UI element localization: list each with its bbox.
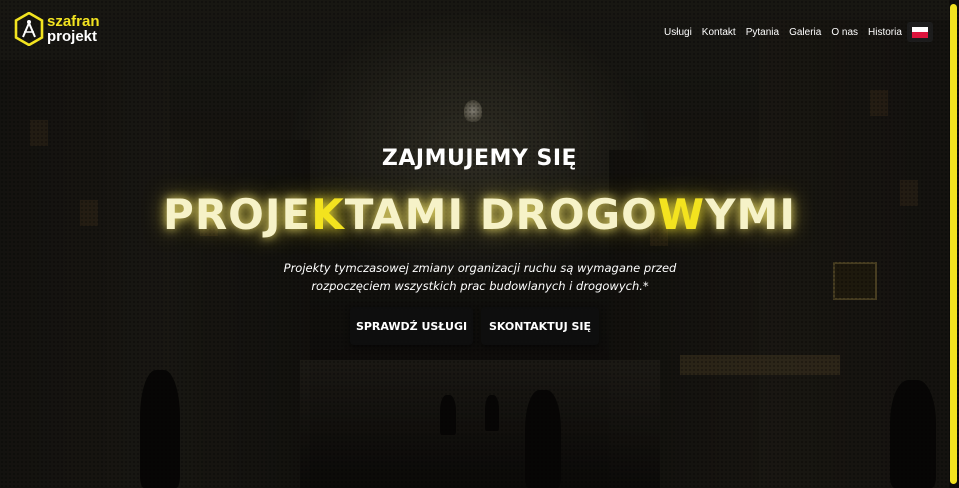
- headline-part: TAMI DROGO: [344, 190, 658, 239]
- hero-description-line: Projekty tymczasowej zmiany organizacji …: [283, 261, 677, 275]
- hero-description-line: rozpoczęciem wszystkich prac budowlanych…: [311, 279, 649, 293]
- scrollbar-thumb[interactable]: [950, 4, 957, 484]
- scrollbar-track[interactable]: [949, 0, 959, 488]
- site-logo[interactable]: szafran projekt: [14, 12, 100, 46]
- language-switcher[interactable]: [907, 22, 933, 42]
- contact-us-button[interactable]: SKONTAKTUJ SIĘ: [481, 307, 599, 345]
- hero-kicker: ZAJMUJEMY SIĘ: [381, 146, 578, 171]
- logo-text-top: szafran: [47, 13, 100, 30]
- nav-link-kontakt[interactable]: Kontakt: [702, 27, 736, 38]
- hero-description: Projekty tymczasowej zmiany organizacji …: [270, 259, 690, 295]
- main-nav: Usługi Kontakt Pytania Galeria O nas His…: [664, 27, 902, 38]
- nav-link-uslugi[interactable]: Usługi: [664, 27, 692, 38]
- dark-overlay: [0, 0, 959, 488]
- compass-hexagon-icon: [14, 12, 44, 46]
- headline-part: YMI: [705, 190, 796, 239]
- check-services-button[interactable]: SPRAWDŹ USŁUGI: [350, 307, 473, 345]
- nav-link-galeria[interactable]: Galeria: [789, 27, 821, 38]
- hero-section: szafran projekt Usługi Kontakt Pytania G…: [0, 0, 959, 488]
- nav-link-pytania[interactable]: Pytania: [746, 27, 779, 38]
- headline-accent: W: [657, 190, 706, 239]
- hero-headline: PROJEKTAMI DROGOWYMI: [0, 190, 959, 239]
- logo-text-bottom: projekt: [47, 28, 98, 45]
- headline-accent: K: [311, 190, 345, 239]
- headline-part: PROJE: [163, 190, 312, 239]
- nav-link-o-nas[interactable]: O nas: [831, 27, 858, 38]
- nav-link-historia[interactable]: Historia: [868, 27, 902, 38]
- poland-flag-icon: [912, 26, 928, 38]
